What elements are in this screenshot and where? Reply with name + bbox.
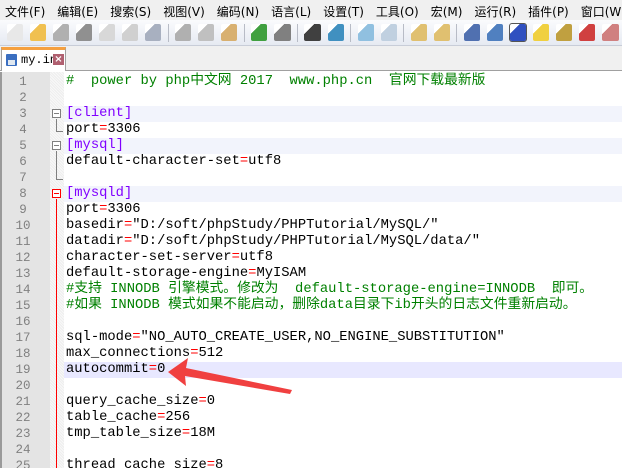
- toolbar-separator: [297, 23, 298, 42]
- show-all-chars-icon[interactable]: [487, 24, 504, 41]
- menu-item[interactable]: 运行(R): [469, 0, 523, 20]
- doc-map-icon[interactable]: [556, 24, 573, 41]
- toolbar-separator: [456, 23, 458, 42]
- zoom-out-icon[interactable]: [380, 24, 397, 41]
- sync-horizontal-icon[interactable]: [433, 24, 450, 41]
- close-icon[interactable]: [98, 24, 115, 41]
- toolbar-separator: [350, 23, 352, 42]
- close-all-icon[interactable]: [121, 24, 139, 41]
- paste-icon[interactable]: [221, 24, 238, 41]
- udl-icon[interactable]: [533, 24, 550, 41]
- menu-item[interactable]: 工具(O): [371, 0, 426, 20]
- menu-item[interactable]: 编辑(E): [52, 0, 105, 20]
- save-all-icon[interactable]: [75, 24, 92, 41]
- menu-item[interactable]: 搜索(S): [105, 0, 158, 20]
- redo-icon[interactable]: [274, 24, 291, 41]
- cut-icon[interactable]: [175, 24, 192, 41]
- menu-item[interactable]: 视图(V): [158, 0, 212, 20]
- tab-my-ini[interactable]: my.ini ×: [1, 47, 66, 71]
- tab-close-icon[interactable]: ×: [53, 54, 64, 65]
- annotation-arrow: [168, 358, 292, 394]
- folder-workspace-icon[interactable]: [602, 24, 619, 41]
- indent-guide-icon[interactable]: [509, 23, 528, 42]
- zoom-in-icon[interactable]: [357, 24, 374, 41]
- menu-item[interactable]: 文件(F): [0, 0, 52, 20]
- editor[interactable]: 1 # power by php中文网 2017 www.php.cn 官网下载最…: [0, 72, 622, 468]
- menu-item[interactable]: 窗口(W: [576, 0, 622, 20]
- tab-bar: my.ini ×: [0, 46, 622, 71]
- menu-item[interactable]: 编码(N): [212, 0, 266, 20]
- undo-icon[interactable]: [251, 24, 268, 41]
- toolbar: [0, 20, 622, 46]
- toolbar-separator: [243, 23, 245, 42]
- new-file-icon[interactable]: [6, 24, 23, 41]
- print-icon[interactable]: [145, 24, 162, 41]
- find-icon[interactable]: [304, 24, 321, 41]
- save-icon[interactable]: [52, 24, 69, 41]
- saved-file-icon: [6, 54, 17, 66]
- menu-item[interactable]: 语言(L): [266, 0, 318, 20]
- open-folder-icon[interactable]: [29, 24, 46, 41]
- copy-icon[interactable]: [198, 24, 215, 41]
- menu-item[interactable]: 宏(M): [426, 0, 470, 20]
- replace-icon[interactable]: [327, 24, 344, 41]
- toolbar-separator: [403, 23, 405, 42]
- menu-bar: 文件(F) 编辑(E) 搜索(S) 视图(V) 编码(N) 语言(L) 设置(T) 工具(O)…: [0, 0, 622, 20]
- sync-vertical-icon[interactable]: [410, 24, 427, 41]
- toolbar-separator: [167, 23, 169, 42]
- menu-item[interactable]: 设置(T): [318, 0, 371, 20]
- function-list-icon[interactable]: [579, 24, 596, 41]
- arrow-shape: [168, 358, 292, 394]
- word-wrap-icon[interactable]: [463, 24, 480, 41]
- menu-item[interactable]: 插件(P): [523, 0, 576, 20]
